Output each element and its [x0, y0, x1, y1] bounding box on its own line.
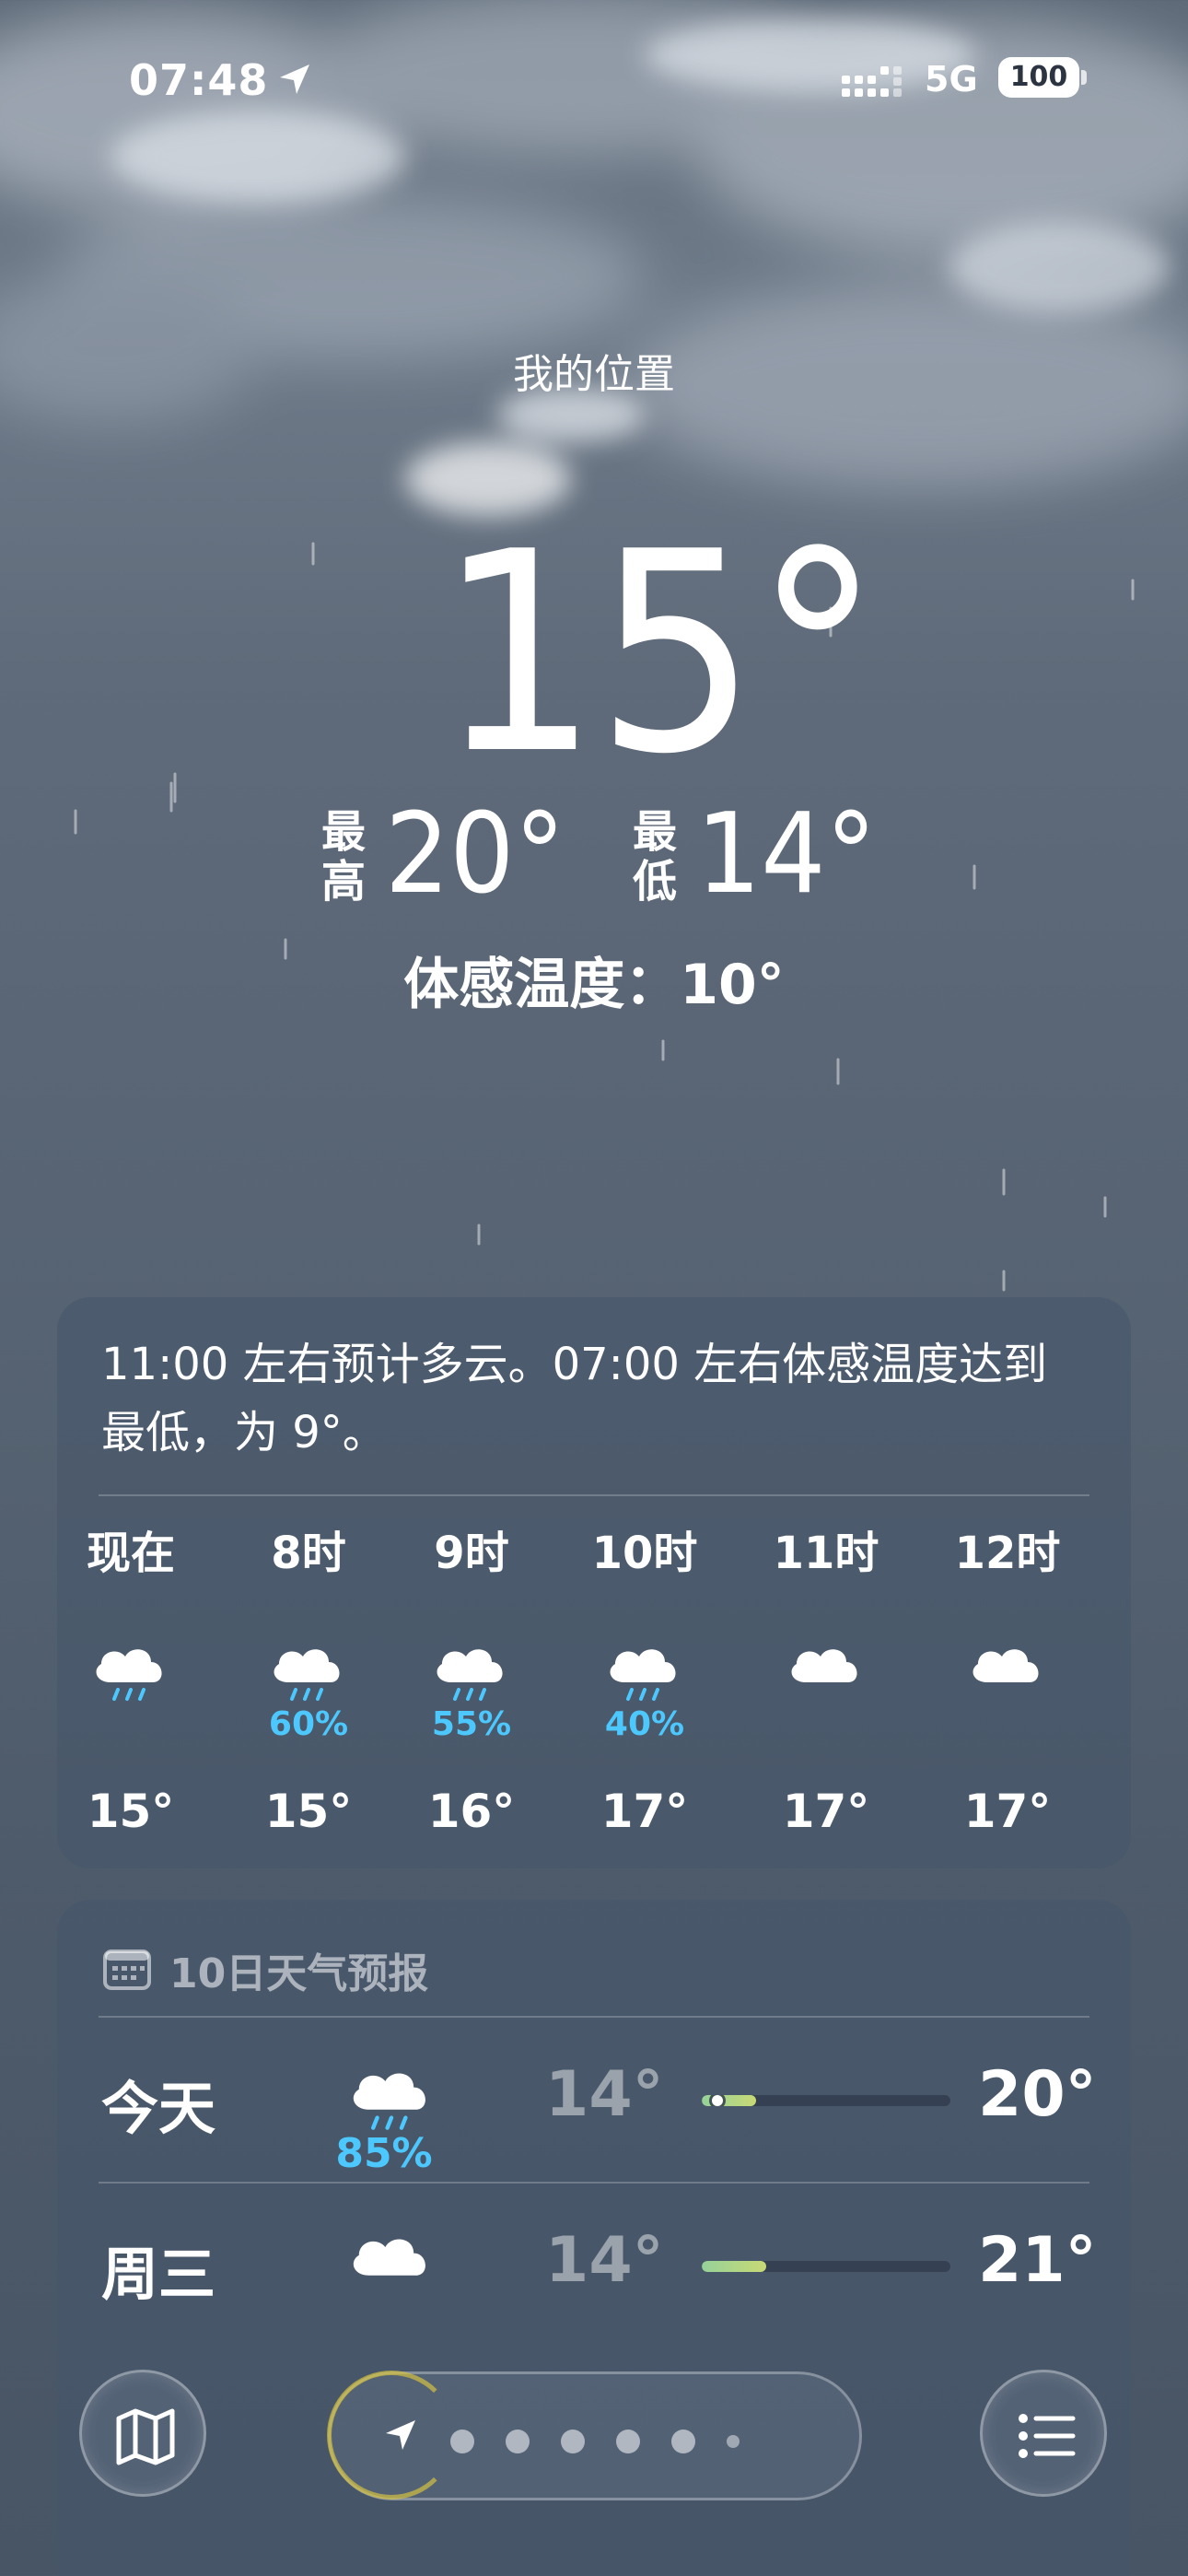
page-dot [671, 2430, 695, 2453]
hourly-item: 8时 60% 15° [239, 1526, 378, 1839]
hour-temperature: 15° [264, 1785, 353, 1838]
cloud-icon [353, 2239, 425, 2276]
hour-label: 现在 [86, 1528, 175, 1579]
cloud-rain-icon [274, 1649, 340, 1701]
day-low: 14° [545, 2224, 664, 2297]
day-high: 21° [978, 2224, 1097, 2297]
daily-row[interactable]: 周三 14° 21° [57, 2184, 1131, 2348]
hour-temperature: 17° [600, 1785, 689, 1838]
hour-label: 11时 [773, 1528, 879, 1579]
day-low: 14° [545, 2058, 664, 2131]
ten-day-title: 10日天气预报 [169, 1950, 429, 1997]
precip-probability [62, 1704, 200, 1745]
hour-label: 8时 [271, 1528, 346, 1579]
map-button[interactable] [79, 2370, 206, 2497]
page-dot [506, 2430, 530, 2453]
precip-probability: 55% [431, 1705, 512, 1743]
page-dot [727, 2435, 740, 2448]
hour-label: 9时 [434, 1528, 509, 1579]
location-name: 我的位置 [513, 351, 675, 398]
cloud-rain-icon [437, 1649, 503, 1701]
list-icon [1019, 2414, 1076, 2458]
cloud-icon [973, 1649, 1039, 1682]
precip-probability: 85% [335, 2130, 433, 2177]
precip-probability: 40% [604, 1705, 685, 1743]
feels-like: 体感温度：10° [403, 953, 785, 1017]
day-name: 周三 [101, 2241, 216, 2308]
hourly-forecast-card[interactable]: 11:00 左右预计多云。07:00 左右体感温度达到最低，为 9°。 现在 15… [57, 1297, 1131, 1868]
hourly-item: 11时 17° [757, 1526, 895, 1839]
calendar-icon [103, 1950, 151, 1990]
cloud-rain-icon [610, 1649, 676, 1701]
temperature-range-fill [702, 2095, 757, 2106]
page-dot [561, 2430, 585, 2453]
precip-probability [938, 1704, 1077, 1745]
temperature-range-bar [702, 2261, 950, 2272]
daily-row[interactable]: 今天 85% 14° 20° [57, 2018, 1131, 2184]
hourly-item: 12时 17° [938, 1526, 1077, 1839]
hour-label: 12时 [954, 1528, 1061, 1579]
low-label: 最低 [632, 806, 677, 907]
status-time: 07:48 [129, 55, 269, 105]
day-high: 20° [978, 2058, 1097, 2131]
battery-tip [1081, 70, 1087, 85]
cloud-rain-icon [353, 2073, 425, 2130]
divider [99, 1494, 1089, 1496]
status-bar: 07:48 5G 100 [0, 55, 1188, 111]
high-low-row: 最高 20° 最低 14° [0, 800, 1188, 919]
map-icon [116, 2408, 175, 2465]
ten-day-header: 10日天气预报 [103, 1942, 428, 1997]
high-label: 最高 [320, 806, 366, 907]
signal-icon [842, 66, 902, 97]
low-value: 14° [696, 790, 877, 919]
page-dot [450, 2430, 474, 2453]
network-type: 5G [925, 59, 978, 100]
hour-temperature: 17° [782, 1785, 870, 1838]
hourly-summary: 11:00 左右预计多云。07:00 左右体感温度达到最低，为 9°。 [101, 1339, 1048, 1458]
precip-probability: 60% [268, 1705, 349, 1743]
cloud-icon [791, 1649, 857, 1682]
battery-icon: 100 [998, 57, 1079, 98]
precip-probability [757, 1704, 895, 1745]
hourly-item: 现在 15° [62, 1526, 200, 1839]
current-temperature: 15° [437, 493, 881, 814]
current-location-icon [386, 2420, 415, 2450]
hour-temperature: 15° [87, 1785, 175, 1838]
hourly-item: 9时 55% 16° [402, 1526, 541, 1839]
list-button[interactable] [980, 2370, 1107, 2497]
hourly-item: 10时 40% 17° [576, 1526, 714, 1839]
day-name: 今天 [101, 2075, 216, 2142]
page-dot [616, 2430, 640, 2453]
current-temperature-dot [711, 2095, 723, 2106]
temperature-range-bar [702, 2095, 950, 2106]
temperature-range-fill [702, 2261, 767, 2272]
page-indicator[interactable] [327, 2371, 862, 2500]
hour-temperature: 16° [427, 1785, 516, 1838]
hour-temperature: 17° [963, 1785, 1052, 1838]
high-value: 20° [385, 790, 565, 919]
location-arrow-icon [280, 64, 309, 94]
cloud-rain-icon [96, 1649, 162, 1701]
hour-label: 10时 [591, 1528, 698, 1579]
